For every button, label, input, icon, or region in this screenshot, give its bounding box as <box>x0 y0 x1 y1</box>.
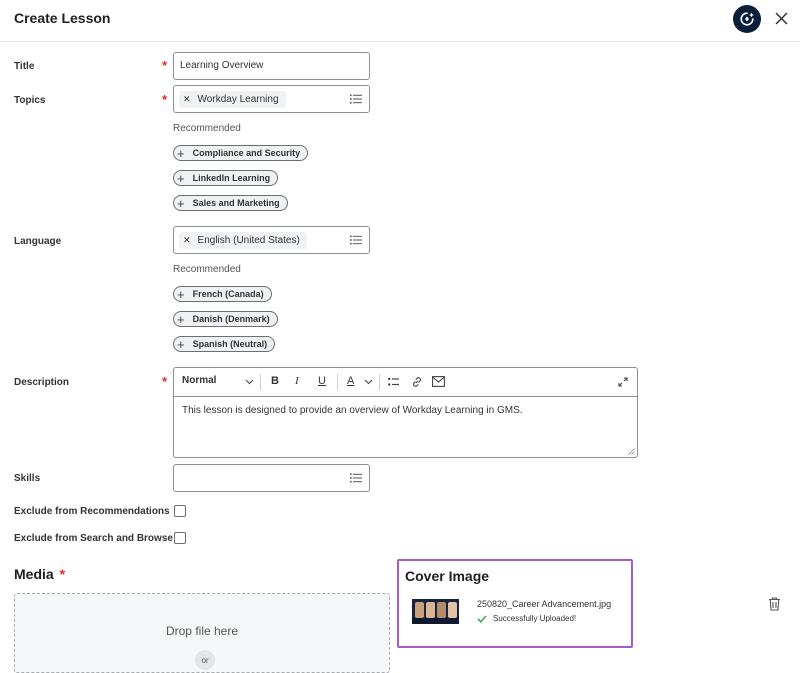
exclude-search-checkbox[interactable] <box>174 532 186 544</box>
toolbar-divider <box>337 374 338 390</box>
title-input-value: Learning Overview <box>180 60 264 71</box>
topics-selected-chip: ✕ Workday Learning <box>179 91 286 108</box>
description-text: This lesson is designed to provide an ov… <box>182 405 523 416</box>
close-button[interactable] <box>772 9 790 27</box>
pill-label: Spanish (Neutral) <box>192 339 268 349</box>
recommended-language-pill[interactable]: + Spanish (Neutral) <box>173 336 276 352</box>
checkmark-icon <box>477 615 487 623</box>
title-required-mark: * <box>162 58 168 73</box>
page-title: Create Lesson <box>14 10 111 26</box>
topics-recommended-label: Recommended <box>173 123 241 134</box>
close-icon <box>774 11 788 25</box>
toolbar-divider <box>260 374 261 390</box>
language-selected-label: English (United States) <box>197 235 300 246</box>
exclude-search-label: Exclude from Search and Browse <box>14 533 173 544</box>
pill-label: LinkedIn Learning <box>192 173 271 183</box>
toolbar-divider <box>379 374 380 390</box>
plus-icon: + <box>177 170 185 186</box>
media-required-mark: * <box>59 566 66 582</box>
recommended-language-pill[interactable]: + French (Canada) <box>173 286 272 302</box>
image-icon[interactable] <box>432 376 445 387</box>
topics-selected-label: Workday Learning <box>197 94 279 105</box>
pill-label: Danish (Denmark) <box>192 314 270 324</box>
recommended-language-pill[interactable]: + Danish (Denmark) <box>173 311 278 327</box>
underline-button[interactable]: U <box>318 375 326 387</box>
cover-image-panel: Cover Image 250820_Career Advancement.jp… <box>397 559 633 648</box>
bold-button[interactable]: B <box>271 375 279 387</box>
description-editor[interactable]: Normal B I U A This lesson is designed t… <box>173 367 638 458</box>
cover-image-file-name: 250820_Career Advancement.jpg <box>477 599 612 609</box>
drop-file-text: Drop file here <box>165 624 239 638</box>
expand-icon[interactable] <box>618 377 628 387</box>
pill-label: Sales and Marketing <box>192 198 280 208</box>
list-icon[interactable] <box>350 473 362 483</box>
trash-icon[interactable] <box>768 597 781 611</box>
remove-chip-icon[interactable]: ✕ <box>183 235 191 246</box>
assistant-button[interactable] <box>733 5 761 33</box>
exclude-recommendations-label: Exclude from Recommendations <box>14 506 170 517</box>
link-icon[interactable] <box>411 376 423 388</box>
resize-handle-icon[interactable] <box>628 448 635 455</box>
remove-chip-icon[interactable]: ✕ <box>183 94 191 105</box>
pill-label: Compliance and Security <box>192 148 301 158</box>
italic-button[interactable]: I <box>295 375 299 387</box>
pill-label: French (Canada) <box>192 289 264 299</box>
skills-label: Skills <box>14 473 41 484</box>
upload-status-text: Successfully Uploaded! <box>493 614 577 623</box>
or-divider: or <box>195 650 215 670</box>
exclude-recommendations-checkbox[interactable] <box>174 505 186 517</box>
plus-icon: + <box>177 336 185 352</box>
cover-image-thumbnail[interactable] <box>412 599 459 624</box>
list-icon[interactable] <box>350 235 362 245</box>
title-label: Title <box>14 61 35 72</box>
chevron-down-icon[interactable] <box>245 379 254 385</box>
language-label: Language <box>14 236 62 247</box>
chevron-down-icon[interactable] <box>364 379 373 385</box>
title-input[interactable]: Learning Overview <box>173 52 370 80</box>
description-label: Description <box>14 377 70 388</box>
language-input[interactable]: ✕ English (United States) <box>173 226 370 254</box>
description-required-mark: * <box>162 374 168 389</box>
plus-icon: + <box>177 286 185 302</box>
recommended-topic-pill[interactable]: + Sales and Marketing <box>173 195 288 211</box>
bullet-list-icon[interactable] <box>388 377 399 387</box>
language-selected-chip: ✕ English (United States) <box>179 232 307 249</box>
recommended-topic-pill[interactable]: + LinkedIn Learning <box>173 170 279 186</box>
cover-image-title: Cover Image <box>405 568 490 584</box>
plus-icon: + <box>177 145 185 161</box>
format-select[interactable]: Normal <box>182 375 216 386</box>
editor-toolbar: Normal B I U A <box>174 368 637 397</box>
media-title: Media * <box>14 566 65 582</box>
assistant-sparkle-icon <box>740 12 754 26</box>
media-dropzone[interactable]: Drop file here or <box>14 593 390 673</box>
topics-required-mark: * <box>162 92 168 107</box>
recommended-topic-pill[interactable]: + Compliance and Security <box>173 145 309 161</box>
topics-label: Topics <box>14 95 46 106</box>
skills-input[interactable] <box>173 464 370 492</box>
dialog-header: Create Lesson <box>0 0 800 42</box>
media-title-text: Media <box>14 566 54 582</box>
font-color-button[interactable]: A <box>347 375 354 387</box>
language-recommended-label: Recommended <box>173 264 241 275</box>
topics-input[interactable]: ✕ Workday Learning <box>173 85 370 113</box>
plus-icon: + <box>177 311 185 327</box>
plus-icon: + <box>177 195 185 211</box>
list-icon[interactable] <box>350 94 362 104</box>
upload-status: Successfully Uploaded! <box>477 614 576 623</box>
